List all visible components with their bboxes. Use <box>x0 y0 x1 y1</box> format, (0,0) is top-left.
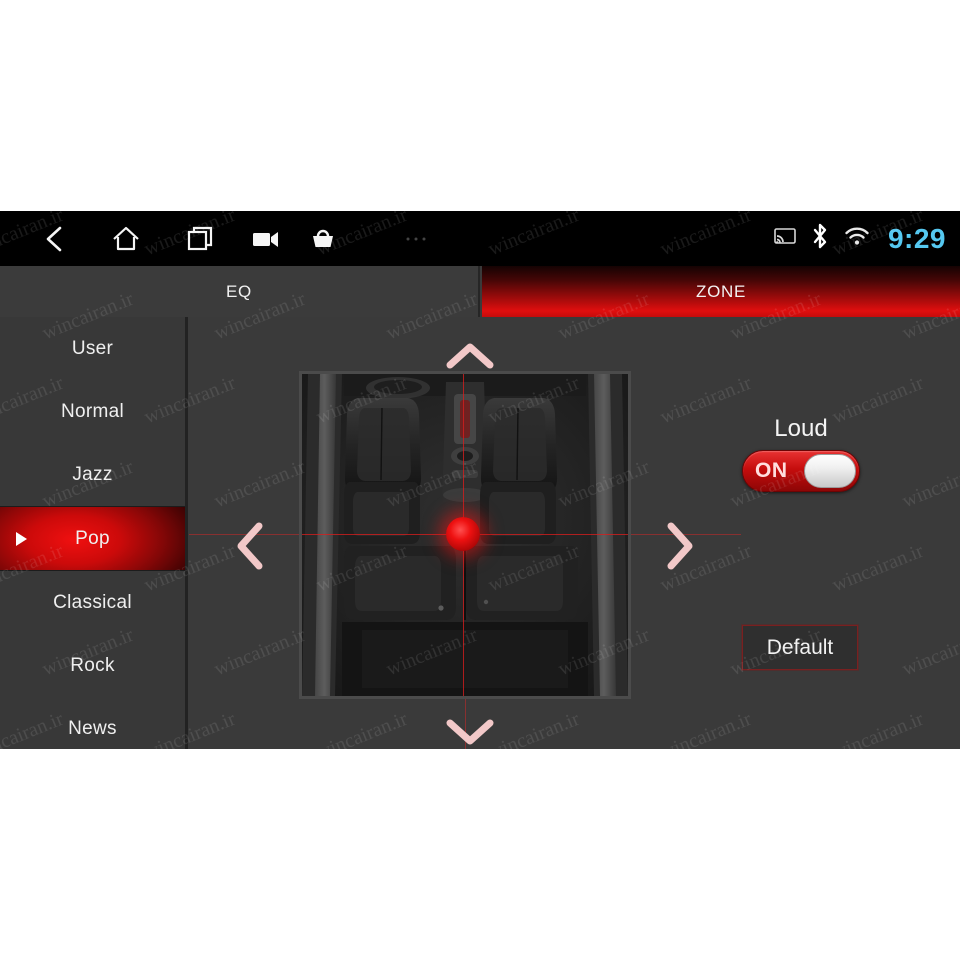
watermark-text: wincairan.ir <box>313 539 411 597</box>
watermark-text: wincairan.ir <box>727 623 825 681</box>
watermark-text: wincairan.ir <box>0 371 67 429</box>
watermark-text: wincairan.ir <box>211 623 309 681</box>
watermark-text: wincairan.ir <box>899 287 960 345</box>
watermark-text: wincairan.ir <box>313 707 411 749</box>
watermark-text: wincairan.ir <box>485 539 583 597</box>
watermark-text: wincairan.ir <box>141 371 239 429</box>
watermark-text: wincairan.ir <box>727 455 825 513</box>
watermark-text: wincairan.ir <box>485 211 583 261</box>
watermark-text: wincairan.ir <box>313 211 411 261</box>
watermark-text: wincairan.ir <box>39 623 137 681</box>
watermark-text: wincairan.ir <box>829 211 927 261</box>
watermark-text: wincairan.ir <box>829 539 927 597</box>
watermark-text: wincairan.ir <box>657 371 755 429</box>
watermark-text: wincairan.ir <box>485 371 583 429</box>
watermark-text: wincairan.ir <box>383 623 481 681</box>
watermark-text: wincairan.ir <box>899 623 960 681</box>
watermark-text: wincairan.ir <box>141 211 239 261</box>
watermark-text: wincairan.ir <box>211 455 309 513</box>
watermark-layer: wincairan.ir wincairan.ir wincairan.ir winc… <box>0 211 960 749</box>
watermark-text: wincairan.ir <box>485 707 583 749</box>
watermark-text: wincairan.ir <box>657 707 755 749</box>
watermark-text: wincairan.ir <box>727 287 825 345</box>
watermark-text: wincairan.ir <box>829 371 927 429</box>
watermark-text: wincairan.ir <box>39 455 137 513</box>
watermark-text: wincairan.ir <box>39 287 137 345</box>
watermark-text: wincairan.ir <box>0 539 67 597</box>
head-unit-screen: 9:29 EQ ZONE User Normal Jazz Pop Classi… <box>0 211 960 749</box>
watermark-text: wincairan.ir <box>383 455 481 513</box>
watermark-text: wincairan.ir <box>555 455 653 513</box>
watermark-text: wincairan.ir <box>0 707 67 749</box>
watermark-text: wincairan.ir <box>555 287 653 345</box>
watermark-text: wincairan.ir <box>829 707 927 749</box>
watermark-text: wincairan.ir <box>383 287 481 345</box>
watermark-text: wincairan.ir <box>0 211 67 261</box>
watermark-text: wincairan.ir <box>313 371 411 429</box>
watermark-text: wincairan.ir <box>141 539 239 597</box>
watermark-text: wincairan.ir <box>657 211 755 261</box>
watermark-text: wincairan.ir <box>657 539 755 597</box>
watermark-text: wincairan.ir <box>141 707 239 749</box>
watermark-text: wincairan.ir <box>211 287 309 345</box>
watermark-text: wincairan.ir <box>555 623 653 681</box>
watermark-text: wincairan.ir <box>899 455 960 513</box>
